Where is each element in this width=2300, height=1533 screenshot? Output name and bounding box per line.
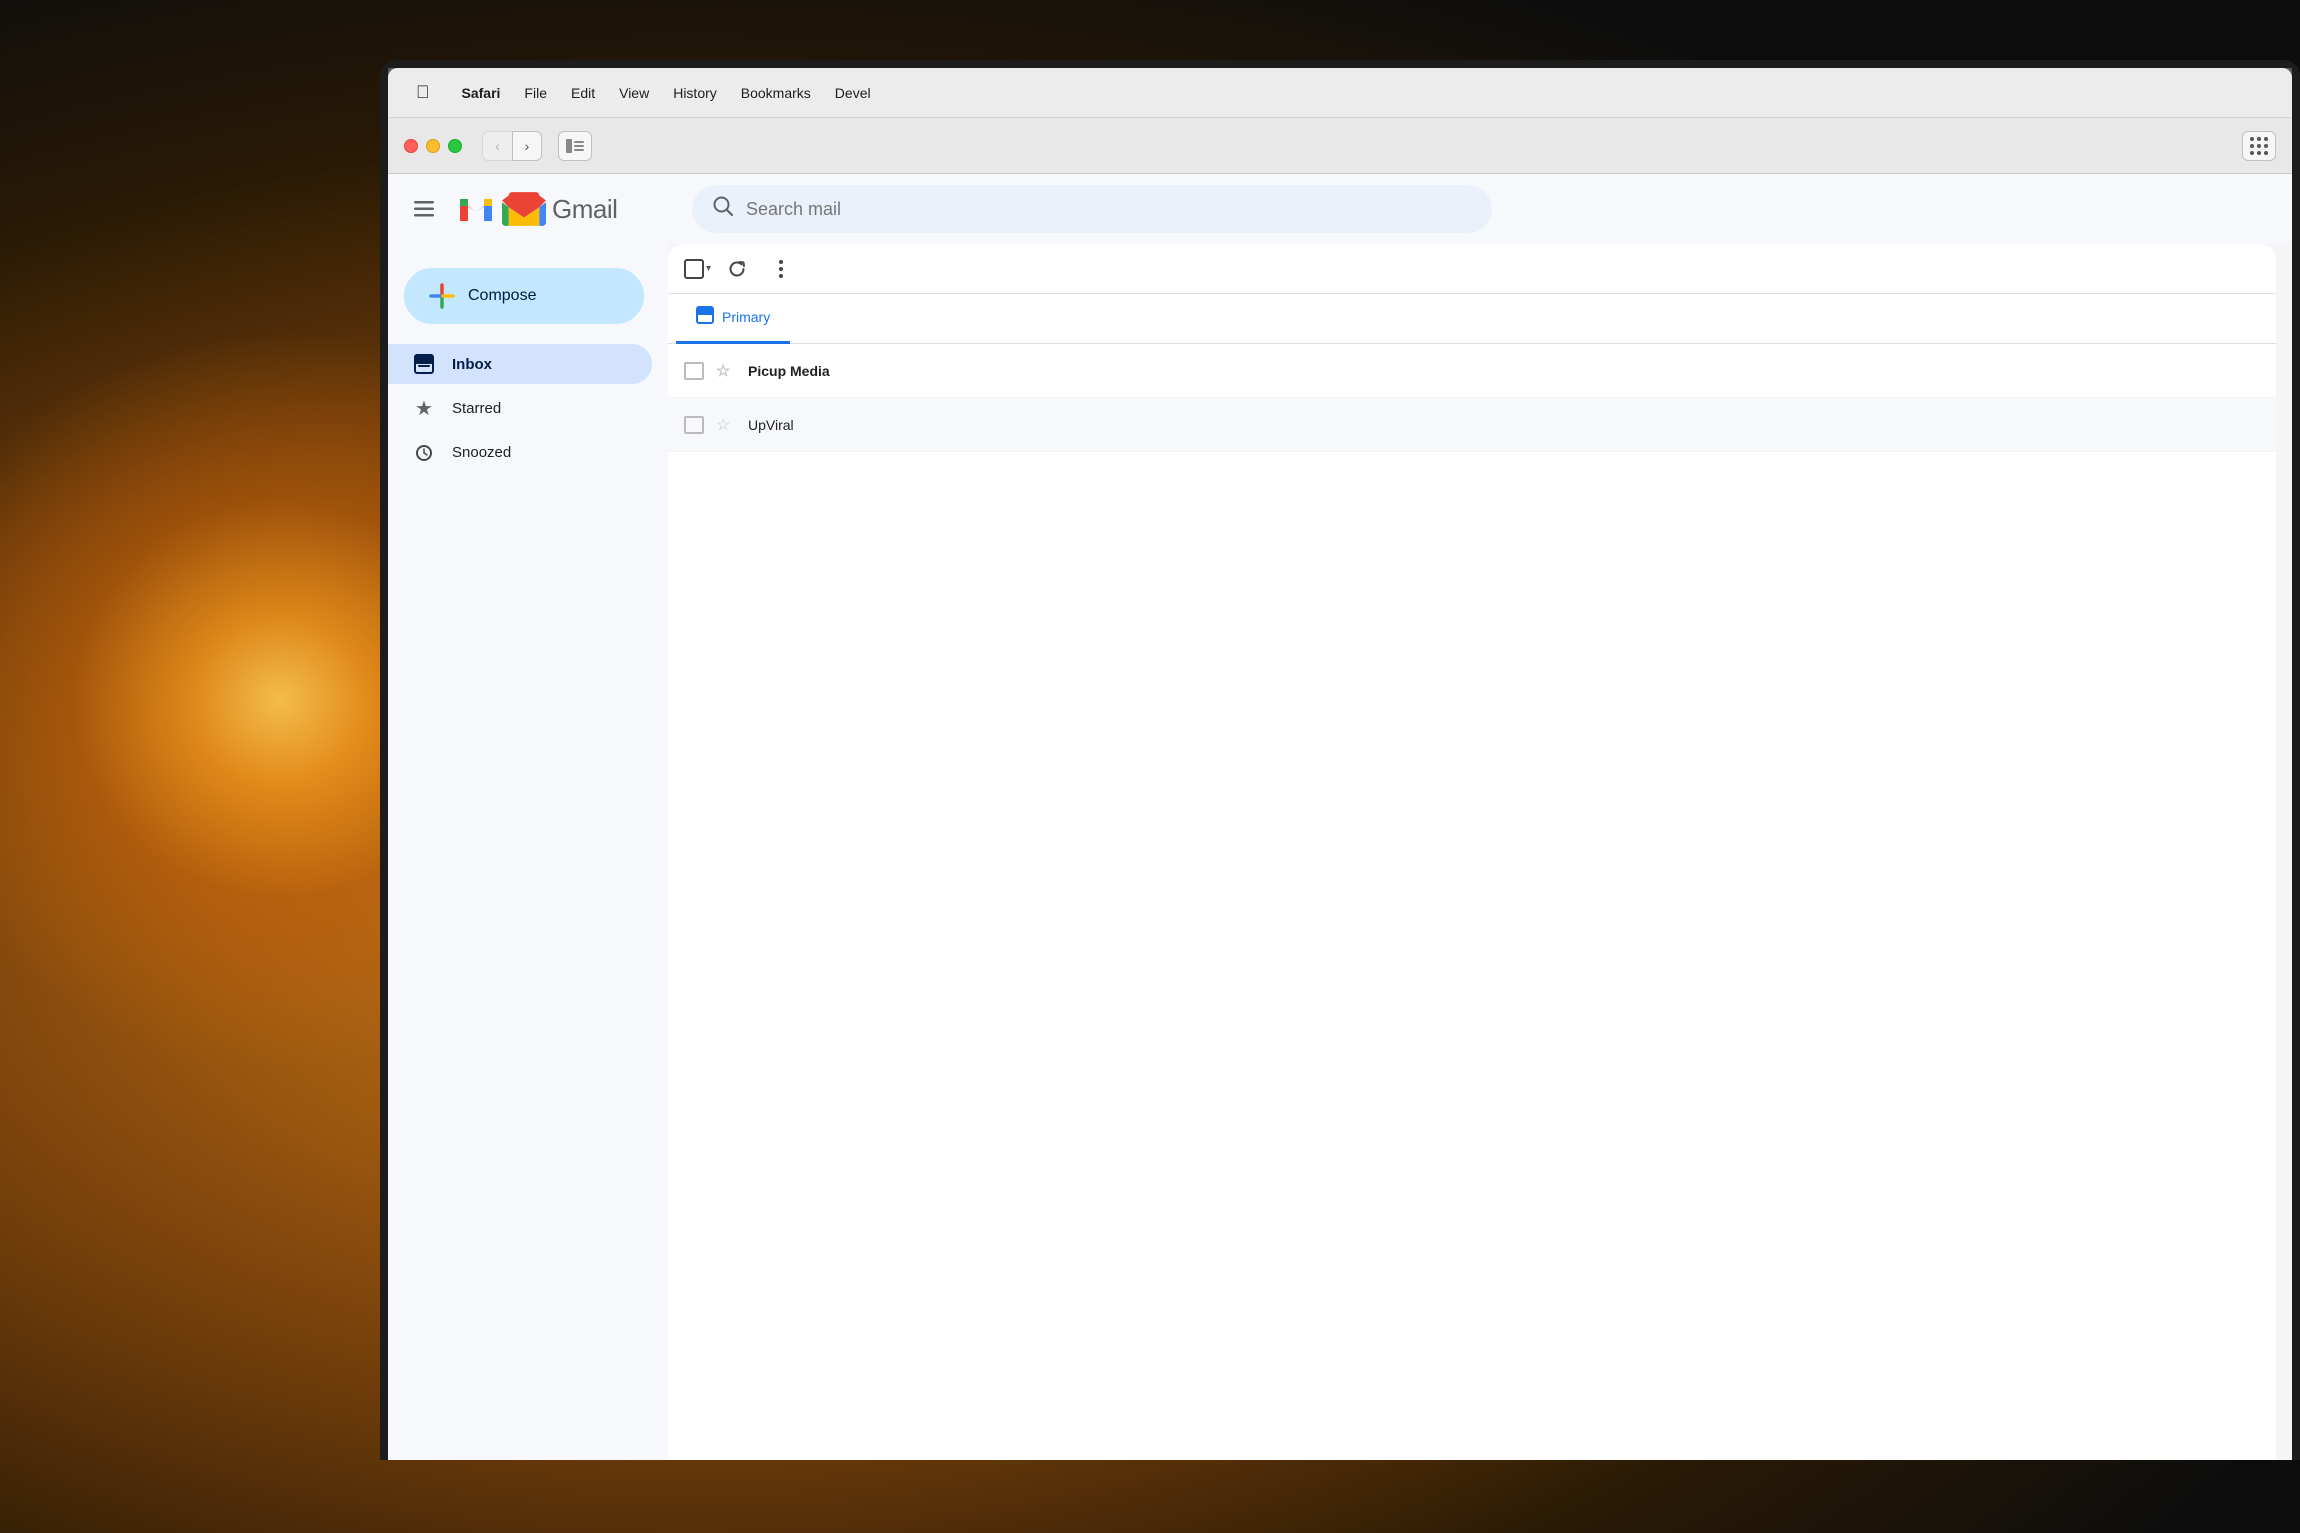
forward-icon: › (525, 138, 530, 154)
email-toolbar: ▾ (668, 244, 2276, 294)
view-menu-item[interactable]: View (607, 81, 661, 105)
gmail-right-header: Search mail (668, 185, 2292, 233)
mac-laptop-bezel:  Safari File Edit View History Bookmark… (380, 60, 2300, 1460)
gmail-logo-m (502, 192, 546, 226)
more-options-button[interactable] (763, 251, 799, 287)
sidebar-item-snoozed[interactable]: Snoozed (388, 432, 652, 472)
fullscreen-button[interactable] (448, 139, 462, 153)
search-placeholder-text: Search mail (746, 199, 841, 220)
email-tabs: Primary (668, 294, 2276, 344)
bookmarks-menu-item[interactable]: Bookmarks (729, 81, 823, 105)
macos-menubar:  Safari File Edit View History Bookmark… (388, 68, 2292, 118)
snoozed-label: Snoozed (452, 444, 511, 461)
sidebar-toggle-button[interactable] (558, 131, 592, 161)
starred-label: Starred (452, 400, 501, 417)
safari-menu-item[interactable]: Safari (450, 81, 513, 105)
sidebar-item-inbox[interactable]: Inbox (388, 344, 652, 384)
compose-plus-icon (428, 282, 456, 310)
refresh-icon (727, 259, 747, 279)
primary-tab-label: Primary (722, 309, 770, 325)
search-bar[interactable]: Search mail (692, 185, 1492, 233)
gmail-main-area: Compose Inbox (388, 244, 2292, 1460)
email-star-1[interactable]: ☆ (716, 361, 736, 381)
checkbox-dropdown-arrow[interactable]: ▾ (706, 263, 711, 274)
sidebar-item-starred[interactable]: ★ Starred (388, 388, 652, 428)
primary-tab[interactable]: Primary (676, 294, 790, 344)
grid-icon (2250, 137, 2268, 155)
gmail-right-panel: ▾ (668, 244, 2276, 1460)
minimize-button[interactable] (426, 139, 440, 153)
back-icon: ‹ (495, 138, 500, 154)
history-menu-item[interactable]: History (661, 81, 729, 105)
file-menu-item[interactable]: File (512, 81, 559, 105)
email-checkbox-1[interactable] (684, 362, 704, 380)
checkbox-icon[interactable] (684, 259, 704, 279)
nav-buttons: ‹ › (482, 131, 542, 161)
gmail-left-header: Gmail (388, 189, 668, 229)
gmail-sidebar: Compose Inbox (388, 244, 668, 1460)
email-sender-2: UpViral (748, 417, 928, 433)
develop-menu-item[interactable]: Devel (823, 81, 883, 105)
email-sender-1: Picup Media (748, 363, 928, 379)
email-checkbox-2[interactable] (684, 416, 704, 434)
refresh-button[interactable] (719, 251, 755, 287)
inbox-label: Inbox (452, 356, 492, 373)
email-row-2[interactable]: ☆ UpViral (668, 398, 2276, 452)
email-list: ☆ Picup Media ☆ UpViral (668, 344, 2276, 1460)
gmail-app: Gmail Search mail (388, 174, 2292, 1460)
mac-screen:  Safari File Edit View History Bookmark… (388, 68, 2292, 1460)
compose-label: Compose (468, 287, 536, 305)
close-button[interactable] (404, 139, 418, 153)
email-star-2[interactable]: ☆ (716, 415, 736, 435)
snoozed-icon (412, 442, 436, 462)
email-row-1[interactable]: ☆ Picup Media (668, 344, 2276, 398)
forward-button[interactable]: › (512, 131, 542, 161)
gmail-header: Gmail Search mail (388, 174, 2292, 244)
compose-button[interactable]: Compose (404, 268, 644, 324)
gmail-wordmark: Gmail (552, 194, 617, 225)
primary-tab-icon (696, 306, 714, 329)
select-all-checkbox[interactable]: ▾ (684, 259, 711, 279)
back-button[interactable]: ‹ (482, 131, 512, 161)
gmail-m-logo (456, 189, 496, 229)
gmail-logo-area: Gmail (456, 189, 617, 229)
apple-menu[interactable]:  (404, 78, 442, 107)
sidebar-icon (566, 139, 584, 153)
starred-icon: ★ (412, 396, 436, 421)
extensions-button[interactable] (2242, 131, 2276, 161)
hamburger-menu-button[interactable] (404, 189, 444, 229)
traffic-lights (404, 139, 462, 153)
more-options-icon (779, 260, 783, 278)
inbox-icon (412, 354, 436, 374)
search-icon (712, 195, 734, 223)
hamburger-icon (414, 201, 434, 217)
edit-menu-item[interactable]: Edit (559, 81, 607, 105)
safari-toolbar: ‹ › (388, 118, 2292, 174)
